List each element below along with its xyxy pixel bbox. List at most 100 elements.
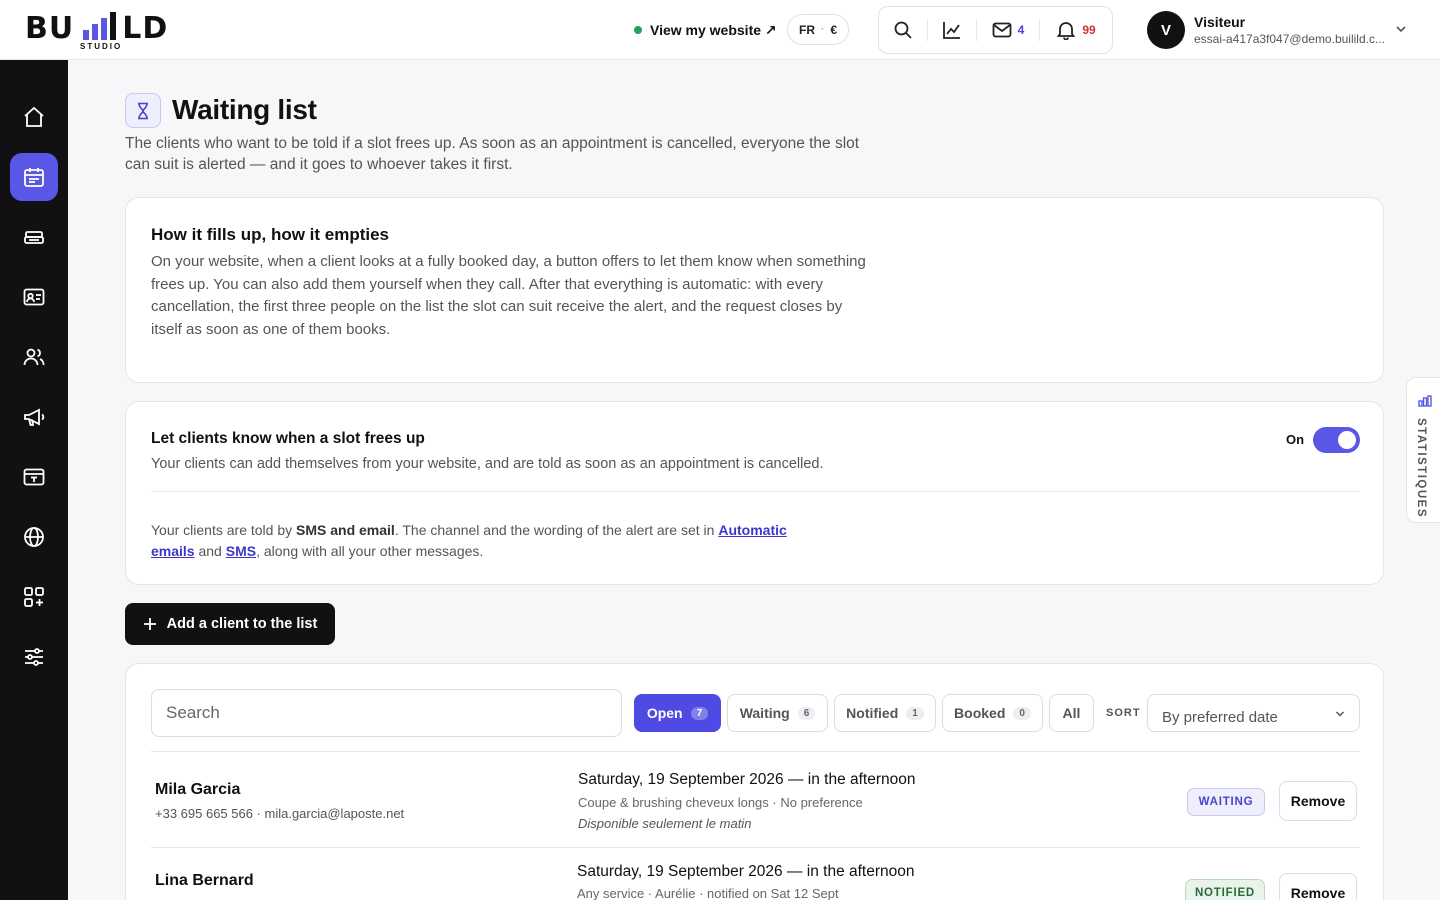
globe-icon	[24, 527, 44, 547]
notifications-button[interactable]: 99	[1040, 7, 1112, 53]
chart-icon	[943, 22, 960, 39]
client-name: Lina Bernard	[155, 872, 254, 889]
user-name: Visiteur	[1194, 14, 1246, 30]
note-prefix: Your clients are told by	[151, 522, 297, 538]
filter-label: All	[1062, 705, 1081, 721]
filter-notified[interactable]: Notified 1	[834, 694, 936, 732]
analytics-button[interactable]	[928, 7, 976, 53]
notification-settings-card: Let clients know when a slot frees up Yo…	[125, 401, 1384, 585]
note-mid: . The channel and the wording of the ale…	[394, 522, 719, 538]
sort-select[interactable]: By preferred date	[1147, 694, 1360, 732]
sidebar-item-home[interactable]	[10, 93, 58, 141]
logo[interactable]: BU LD STUDIO	[25, 8, 185, 52]
statistics-tab[interactable]: STATISTIQUES	[1406, 377, 1440, 523]
mail-count: 4	[1017, 23, 1025, 37]
waiting-list-card: Open 7 Waiting 6 Notified 1 Booked 0 All…	[125, 663, 1384, 900]
language-code: FR	[798, 22, 815, 37]
hourglass-icon	[125, 93, 161, 128]
apps-add-icon	[24, 587, 44, 607]
avatar: V	[1147, 11, 1185, 49]
online-status-dot	[634, 26, 642, 34]
messages-button[interactable]: 4	[977, 7, 1039, 53]
filter-open[interactable]: Open 7	[634, 694, 721, 732]
register-icon	[23, 468, 45, 486]
chevron-down-icon	[1335, 711, 1345, 717]
setting-title: Let clients know when a slot frees up	[151, 430, 425, 447]
sidebar-item-apps[interactable]	[10, 573, 58, 621]
how-it-works-body: On your website, when a client looks at …	[151, 253, 866, 338]
sidebar-item-team[interactable]	[10, 333, 58, 381]
separator-dot: ·	[820, 24, 825, 35]
home-icon	[24, 106, 44, 127]
chevron-down-icon	[1396, 26, 1406, 33]
divider	[151, 751, 1360, 752]
divider	[151, 491, 1360, 492]
toggle-knob	[1338, 431, 1356, 449]
client-contact: +33 695 665 566 · mila.garcia@laposte.ne…	[155, 806, 405, 821]
search-input[interactable]	[151, 689, 622, 737]
filter-count: 0	[1013, 706, 1031, 720]
sidebar-item-calendar[interactable]	[10, 153, 58, 201]
currency-symbol: €	[830, 22, 838, 37]
filter-label: Booked	[954, 705, 1006, 721]
note-and: and	[194, 543, 226, 559]
remove-button[interactable]: Remove	[1279, 781, 1357, 821]
megaphone-icon	[24, 408, 45, 426]
filter-count: 7	[690, 706, 709, 720]
toolbar: 4 99	[878, 6, 1113, 54]
bar-chart-icon	[1418, 395, 1432, 407]
remove-button[interactable]: Remove	[1279, 873, 1357, 900]
sidebar-item-marketing[interactable]	[10, 393, 58, 441]
view-website-link[interactable]: View my website ↗	[634, 19, 777, 41]
toggle-state-label: On	[1286, 432, 1305, 447]
filter-booked[interactable]: Booked 0	[942, 694, 1043, 732]
user-email: essai-a417a3f047@demo.builild.c...	[1194, 32, 1385, 46]
how-it-works-title: How it fills up, how it empties	[151, 225, 390, 244]
preferred-date: Saturday, 19 September 2026 — in the aft…	[578, 771, 916, 788]
how-it-works-card: How it fills up, how it empties On your …	[125, 197, 1384, 383]
filter-count: 1	[906, 706, 924, 720]
page-description: The clients who want to be told if a slo…	[125, 135, 860, 173]
sidebar-item-contacts[interactable]	[10, 273, 58, 321]
note-suffix: , along with all your other messages.	[256, 543, 484, 559]
request-detail: Any service · Aurélie · notified on Sat …	[577, 886, 839, 900]
sidebar	[0, 60, 68, 900]
view-website-label: View my website ↗	[650, 21, 777, 38]
language-currency-selector[interactable]: FR · €	[787, 14, 849, 45]
sidebar-item-settings[interactable]	[10, 633, 58, 681]
filter-label: Open	[646, 705, 683, 721]
sliders-icon	[25, 648, 43, 666]
filter-label: Notified	[846, 705, 899, 721]
notify-toggle[interactable]	[1313, 427, 1360, 453]
sidebar-item-services[interactable]	[10, 213, 58, 261]
users-icon	[23, 348, 45, 366]
filter-all[interactable]: All	[1049, 694, 1094, 732]
add-client-label: Add a client to the list	[166, 616, 318, 632]
status-badge: NOTIFIED	[1185, 879, 1265, 900]
client-note: Disponible seulement le matin	[578, 816, 752, 831]
stack-icon	[24, 231, 44, 244]
search-button[interactable]	[879, 7, 927, 53]
channel-note: Your clients are told by SMS and email. …	[151, 520, 801, 562]
calendar-icon	[24, 168, 44, 187]
filter-label: Waiting	[739, 705, 790, 721]
search-icon	[894, 21, 912, 39]
page-title: Waiting list	[172, 94, 317, 125]
sms-link[interactable]: SMS	[226, 543, 256, 559]
logo-subtitle: STUDIO	[80, 42, 123, 51]
user-menu[interactable]: V Visiteur essai-a417a3f047@demo.builild…	[1147, 11, 1417, 49]
logo-bars-icon	[83, 12, 116, 40]
sidebar-item-payments[interactable]	[10, 453, 58, 501]
request-detail: Coupe & brushing cheveux longs · No pref…	[578, 795, 863, 810]
filter-waiting[interactable]: Waiting 6	[727, 694, 828, 732]
sort-label: SORT	[1106, 707, 1141, 719]
preferred-date: Saturday, 19 September 2026 — in the aft…	[577, 863, 915, 880]
note-channels: SMS and email	[296, 522, 395, 538]
top-bar: BULD STUDIO View my website ↗ FR · € 4	[0, 0, 1440, 60]
add-client-button[interactable]: Add a client to the list	[125, 603, 335, 645]
id-card-icon	[23, 288, 45, 306]
sidebar-item-website[interactable]	[10, 513, 58, 561]
bell-icon	[1057, 22, 1076, 40]
mail-icon	[992, 22, 1012, 38]
client-name: Mila Garcia	[155, 781, 241, 798]
